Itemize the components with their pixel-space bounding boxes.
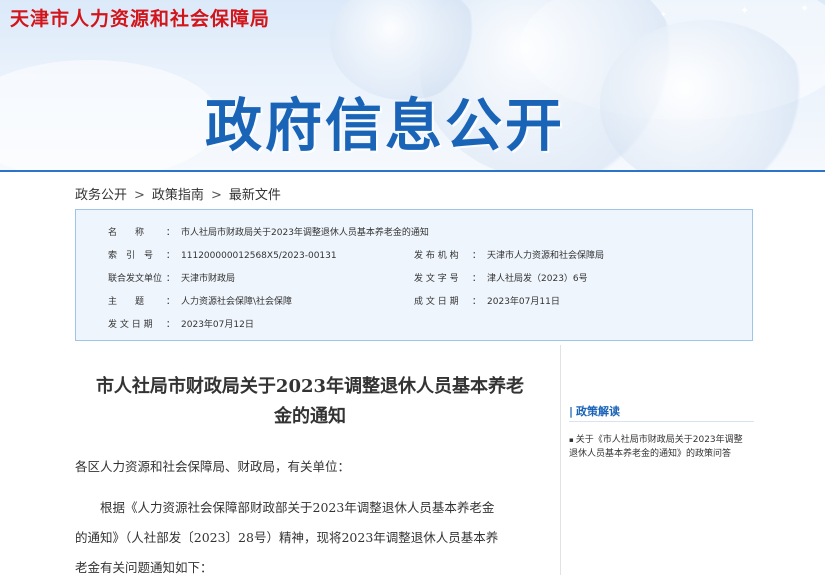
sidebar-link-text: 退休人员基本养老金的通知》的政策问答	[569, 449, 732, 459]
bird-icon: ✦	[660, 10, 667, 19]
info-colon: ：	[166, 251, 176, 261]
info-label: 发 文 字 号	[414, 274, 459, 284]
column-divider	[560, 345, 561, 575]
breadcrumb-separator: >	[134, 188, 145, 203]
info-label: 名 称	[108, 228, 145, 238]
article-salutation: 各区人力资源和社会保障局、财政局，有关单位：	[75, 459, 351, 474]
sidebar-link-policy-qa[interactable]: ▪ 关于《市人社局市财政局关于2023年调整 退休人员基本养老金的通知》的政策问答	[569, 433, 759, 461]
cloud-decoration	[0, 60, 220, 172]
org-name-logo[interactable]: 天津市人力资源和社会保障局	[10, 4, 270, 31]
breadcrumb-item-gov-affairs[interactable]: 政务公开	[75, 188, 127, 203]
sidebar-heading: | 政策解读	[569, 403, 754, 422]
article-title-line: 金的通知	[274, 406, 346, 427]
info-publisher-row: 发 布 机 构 ： 天津市人力资源和社会保障局	[414, 248, 604, 261]
info-value: 天津市财政局	[181, 274, 236, 284]
header-banner: ✦ ✦ ✦ 天津市人力资源和社会保障局 政府信息公开	[0, 0, 825, 172]
info-value: 市人社局市财政局关于2023年调整退休人员基本养老金的通知	[181, 228, 429, 238]
info-value: 2023年07月12日	[181, 320, 254, 330]
info-label: 发 布 机 构	[414, 251, 459, 261]
breadcrumb-item-policy-guide[interactable]: 政策指南	[152, 188, 204, 203]
info-colon: ：	[472, 297, 482, 307]
article-title: 市人社局市财政局关于2023年调整退休人员基本养老 金的通知	[75, 372, 545, 432]
breadcrumb-separator: >	[210, 188, 222, 203]
info-index-row: 索 引 号 ： 111200000012568X5/2023-00131	[108, 248, 337, 261]
info-value: 111200000012568X5/2023-00131	[181, 251, 337, 261]
info-colon: ：	[166, 228, 176, 238]
info-label: 主 题	[108, 297, 145, 307]
info-colon: ：	[472, 251, 482, 261]
info-issued-row: 发 文 日 期 ： 2023年07月12日	[108, 317, 254, 330]
article-body-line: 根据《人力资源社会保障部财政部关于2023年调整退休人员基本养老金	[75, 500, 495, 515]
info-name-row: 名 称 ： 市人社局市财政局关于2023年调整退休人员基本养老金的通知	[108, 225, 429, 238]
article-body-line: 的通知》（人社部发〔2023〕28号）精神，现将2023年调整退休人员基本养	[75, 530, 499, 545]
info-label: 索 引 号	[108, 251, 154, 261]
breadcrumb-item-latest-docs[interactable]: 最新文件	[229, 188, 281, 203]
info-topic-row: 主 题 ： 人力资源社会保障\社会保障	[108, 294, 292, 307]
info-docno-row: 发 文 字 号 ： 津人社局发（2023）6号	[414, 271, 588, 284]
info-label: 发 文 日 期	[108, 320, 153, 330]
info-colon: ：	[472, 274, 482, 284]
heading-bar-icon: |	[569, 405, 574, 418]
info-value: 天津市人力资源和社会保障局	[487, 251, 605, 261]
info-value: 津人社局发（2023）6号	[487, 274, 588, 284]
info-label: 联合发文单位	[108, 274, 163, 284]
info-colon: ：	[166, 297, 176, 307]
info-value: 2023年07月11日	[487, 297, 560, 307]
info-colon: ：	[166, 274, 176, 284]
info-joint-row: 联合发文单位： 天津市财政局	[108, 271, 235, 284]
info-value: 人力资源社会保障\社会保障	[181, 297, 293, 307]
sidebar-heading-label: 政策解读	[576, 405, 621, 418]
info-colon: ：	[166, 320, 176, 330]
sidebar-link-text: 关于《市人社局市财政局关于2023年调整	[575, 435, 743, 445]
bird-icon: ✦	[740, 4, 750, 17]
bullet-icon: ▪	[569, 436, 574, 444]
document-info-box: 名 称 ： 市人社局市财政局关于2023年调整退休人员基本养老金的通知 索 引 号 ：…	[75, 209, 753, 341]
article-body-line: 老金有关问题通知如下：	[75, 560, 213, 575]
info-created-row: 成 文 日 期 ： 2023年07月11日	[414, 294, 560, 307]
breadcrumb: 政务公开 > 政策指南 > 最新文件	[75, 184, 281, 203]
article-title-line: 市人社局市财政局关于2023年调整退休人员基本养老	[95, 376, 525, 397]
article-body: 根据《人力资源社会保障部财政部关于2023年调整退休人员基本养老金 的通知》（人…	[75, 493, 545, 583]
hero-title: 政府信息公开	[205, 93, 565, 159]
bird-icon: ✦	[800, 2, 810, 15]
info-label: 成 文 日 期	[414, 297, 459, 307]
